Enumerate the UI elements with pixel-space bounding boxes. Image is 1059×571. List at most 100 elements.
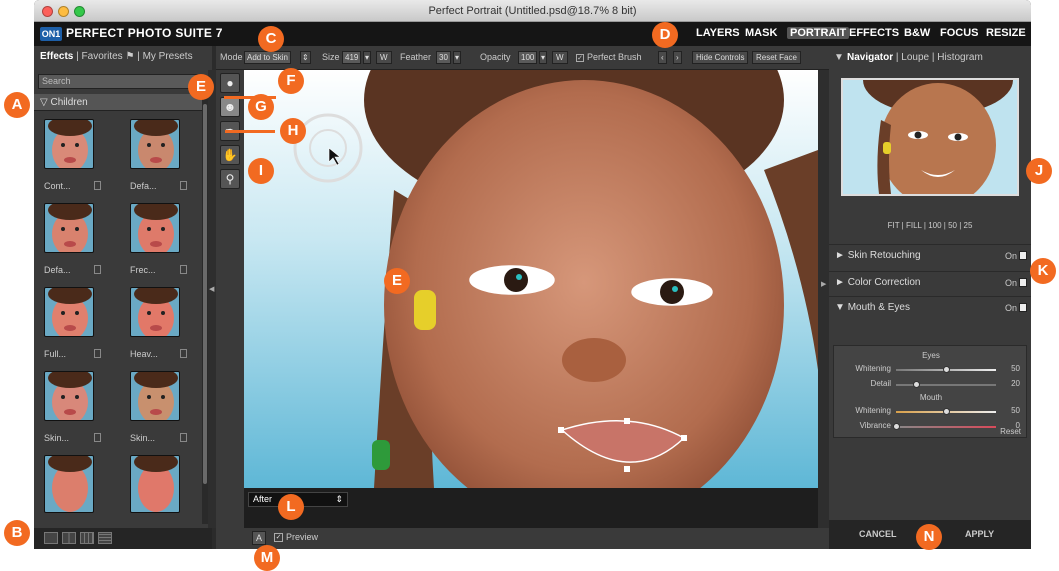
section-state: On [1004, 303, 1017, 313]
tab-favorites[interactable]: Favorites [82, 51, 123, 62]
flag-icon[interactable] [94, 433, 101, 442]
tab-effects[interactable]: EFFECTS [849, 27, 899, 39]
tab-loupe[interactable]: Loupe [901, 52, 929, 63]
lip-vibrance-slider[interactable] [893, 423, 996, 430]
right-splitter[interactable]: ▶ [818, 70, 829, 528]
preset-thumbnail[interactable] [130, 119, 180, 169]
preset-thumbnail[interactable] [130, 203, 180, 253]
section-skin-retouching[interactable]: ► Skin Retouching On [829, 244, 1031, 266]
flag-icon[interactable] [180, 181, 187, 190]
zoom-options[interactable]: FIT | FILL | 100 | 50 | 25 [829, 221, 1031, 230]
flag-icon[interactable] [94, 349, 101, 358]
perfect-brush-checkbox[interactable]: ✓ [576, 54, 584, 62]
slider-knob[interactable] [913, 381, 920, 388]
preset-thumbnail[interactable] [44, 371, 94, 421]
adjustments-panel: ▼ Navigator | Loupe | Histogram FIT | FI… [829, 46, 1031, 549]
preset-thumbnail[interactable] [130, 371, 180, 421]
callout-f: F [278, 68, 304, 94]
apply-button[interactable]: APPLY [965, 527, 994, 542]
search-input[interactable]: Search [38, 74, 202, 89]
tab-navigator[interactable]: Navigator [847, 52, 893, 63]
compare-button[interactable]: A [252, 531, 266, 545]
callout-b: B [4, 520, 30, 546]
preset-thumbnail[interactable] [130, 287, 180, 337]
slider-knob[interactable] [893, 423, 900, 430]
callout-k: K [1030, 258, 1056, 284]
flag-icon[interactable] [94, 265, 101, 274]
single-view-icon[interactable] [44, 532, 58, 544]
opacity-w-button[interactable]: W [552, 51, 568, 64]
child-face-thumbnail [131, 204, 179, 252]
slider-knob[interactable] [943, 408, 950, 415]
feather-field[interactable]: 30 [436, 51, 451, 64]
tab-mask[interactable]: MASK [745, 27, 777, 39]
preset-thumbnail[interactable] [44, 119, 94, 169]
skin-brush-icon[interactable]: ☻ [220, 97, 240, 117]
callout-j: J [1026, 158, 1052, 184]
tab-my-presets[interactable]: My Presets [143, 51, 193, 62]
tab-bw[interactable]: B&W [904, 27, 930, 39]
reset-button[interactable]: Reset [1000, 427, 1021, 436]
mode-select[interactable]: Add to Skin [244, 51, 291, 64]
tab-portrait[interactable]: PORTRAIT [787, 27, 850, 39]
child-face-thumbnail [45, 120, 93, 168]
slider-label: Detail [870, 379, 891, 388]
feather-dropdown-icon[interactable]: ▾ [453, 51, 462, 64]
flag-icon[interactable] [180, 433, 187, 442]
child-face-thumbnail [131, 456, 179, 512]
feather-label: Feather [400, 52, 432, 62]
callout-l: L [278, 494, 304, 520]
tab-layers[interactable]: LAYERS [696, 27, 740, 39]
section-state: On [1004, 251, 1017, 261]
undo-icon[interactable]: ‹ [658, 51, 667, 64]
eye-whitening-slider[interactable] [896, 366, 996, 373]
zoom-button[interactable] [74, 6, 85, 17]
section-mouth-eyes[interactable]: ▼ Mouth & Eyes On [829, 296, 1031, 318]
redo-icon[interactable]: › [673, 51, 682, 64]
left-splitter[interactable]: ◀ [208, 70, 216, 528]
close-button[interactable] [42, 6, 53, 17]
size-field[interactable]: 419 [342, 51, 362, 64]
perfect-brush-label: Perfect Brush [587, 52, 642, 62]
zoom-tool-icon[interactable]: ⚲ [220, 169, 240, 189]
teeth-whitening-slider[interactable] [896, 408, 996, 415]
hand-tool-icon[interactable]: ✋ [220, 145, 240, 165]
tab-focus[interactable]: FOCUS [940, 27, 979, 39]
opacity-dropdown-icon[interactable]: ▾ [539, 51, 548, 64]
view-mode-bar [34, 528, 212, 549]
flag-icon[interactable] [94, 181, 101, 190]
section-toggle[interactable] [1019, 303, 1027, 312]
section-color-correction[interactable]: ► Color Correction On [829, 271, 1031, 293]
flag-icon[interactable] [180, 349, 187, 358]
size-w-button[interactable]: W [376, 51, 392, 64]
preset-thumbnail[interactable] [44, 455, 94, 513]
tab-resize[interactable]: RESIZE [986, 27, 1026, 39]
section-toggle[interactable] [1019, 251, 1027, 260]
category-header[interactable]: ▽ Children [34, 94, 206, 111]
preset-thumbnail[interactable] [130, 455, 180, 513]
slider-knob[interactable] [943, 366, 950, 373]
section-toggle[interactable] [1019, 278, 1027, 287]
tab-histogram[interactable]: Histogram [937, 52, 983, 63]
callout-a: A [4, 92, 30, 118]
navigator-preview[interactable] [841, 78, 1019, 196]
opacity-field[interactable]: 100 [518, 51, 538, 64]
face-tool-icon[interactable]: ● [220, 73, 240, 93]
section-title: Color Correction [847, 277, 921, 288]
eye-detail-slider[interactable] [896, 381, 996, 388]
mode-stepper-icon[interactable]: ⇕ [300, 51, 311, 64]
tab-effects-presets[interactable]: Effects [40, 51, 73, 62]
reset-face-button[interactable]: Reset Face [752, 51, 801, 64]
preset-thumbnail[interactable] [44, 287, 94, 337]
size-dropdown-icon[interactable]: ▾ [363, 51, 372, 64]
image-canvas[interactable] [244, 70, 818, 488]
flag-icon[interactable] [180, 265, 187, 274]
preset-thumbnail[interactable] [44, 203, 94, 253]
hide-controls-button[interactable]: Hide Controls [692, 51, 749, 64]
preview-checkbox[interactable]: ✓ [274, 533, 283, 542]
list-view-icon[interactable] [98, 532, 112, 544]
columns-view-icon[interactable] [80, 532, 94, 544]
cancel-button[interactable]: CANCEL [859, 527, 897, 542]
grid-view-icon[interactable] [62, 532, 76, 544]
minimize-button[interactable] [58, 6, 69, 17]
